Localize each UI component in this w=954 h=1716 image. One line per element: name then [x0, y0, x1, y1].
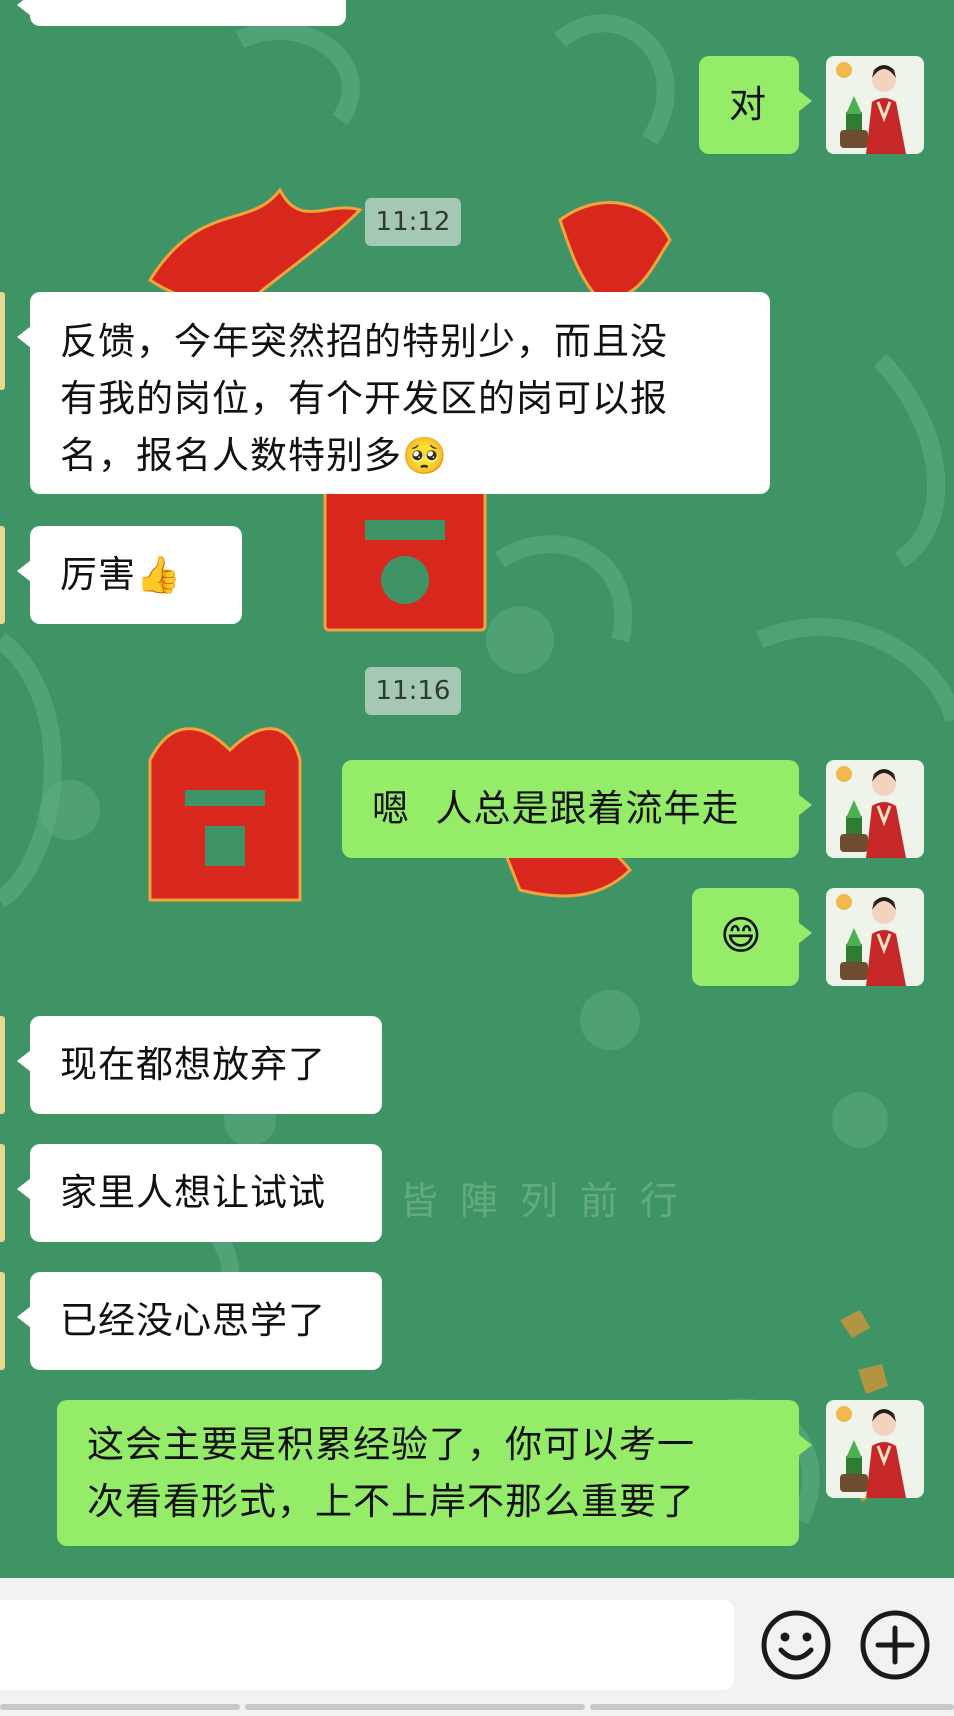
smiley-face-icon: [761, 1610, 831, 1680]
message-text: 厉害: [60, 553, 136, 596]
avatar-edge: [0, 292, 5, 390]
emoji-button[interactable]: [759, 1608, 833, 1682]
message-text-line: 次看看形式，上不上岸不那么重要了: [87, 1480, 695, 1523]
message-bubble-incoming[interactable]: 厉害👍: [17, 526, 242, 624]
message-text-line: 这会主要是积累经验了，你可以考一: [87, 1423, 695, 1466]
message-input[interactable]: [0, 1600, 734, 1690]
message-bubble-outgoing[interactable]: 对: [699, 56, 812, 154]
scroll-indicator: [245, 1704, 585, 1710]
message-bubble-outgoing[interactable]: 😄: [692, 888, 812, 986]
message-text: 现在都想放弃了: [60, 1043, 326, 1086]
message-bubble-outgoing[interactable]: 这会主要是积累经验了，你可以考一 次看看形式，上不上岸不那么重要了: [57, 1400, 812, 1546]
message-text: 嗯 人总是跟着流年走: [372, 787, 740, 830]
timestamp: 11:12: [365, 198, 461, 246]
grinning-face-emoji: 😄: [720, 913, 763, 959]
avatar-edge: [0, 1144, 5, 1242]
message-text: 家里人想让试试: [60, 1171, 326, 1214]
message-text-line: 有我的岗位，有个开发区的岗可以报: [60, 377, 668, 420]
message-list[interactable]: 对 11:12 反馈，今年突然招的特别少，而且没 有我的岗位，有个开发区的岗可以…: [0, 0, 954, 1578]
more-button[interactable]: [858, 1608, 932, 1682]
scroll-indicator: [590, 1704, 954, 1710]
avatar-edge: [0, 1016, 5, 1114]
avatar[interactable]: [826, 1400, 924, 1498]
message-bubble-incoming[interactable]: 反馈，今年突然招的特别少，而且没 有我的岗位，有个开发区的岗可以报 名，报名人数…: [17, 292, 770, 494]
avatar-portrait-icon: [836, 1406, 906, 1498]
message-bubble-incoming[interactable]: 现在都想放弃了: [17, 1016, 382, 1114]
input-bar: [0, 1578, 954, 1716]
avatar[interactable]: [826, 888, 924, 986]
message-text: 名，报名人数特别多: [60, 434, 402, 477]
message-text: 已经没心思学了: [60, 1299, 326, 1342]
avatar-edge: [0, 526, 5, 624]
message-bubble-incoming[interactable]: 已经没心思学了: [17, 1272, 382, 1370]
message-bubble-incoming[interactable]: 家里人想让试试: [17, 1144, 382, 1242]
avatar-portrait-icon: [836, 894, 906, 986]
scroll-indicator: [0, 1704, 240, 1710]
pleading-face-emoji: 🥺: [402, 436, 448, 477]
message-text: 对: [729, 83, 767, 126]
message-text-line: 反馈，今年突然招的特别少，而且没: [60, 320, 668, 363]
avatar-edge: [0, 1272, 5, 1370]
avatar-portrait-icon: [836, 766, 906, 858]
avatar-portrait-icon: [836, 62, 906, 154]
thumbs-up-emoji: 👍: [136, 555, 182, 596]
avatar[interactable]: [826, 760, 924, 858]
plus-circle-icon: [860, 1610, 930, 1680]
message-text-line: 名，报名人数特别多🥺: [60, 427, 770, 485]
timestamp: 11:16: [365, 667, 461, 715]
message-bubble-outgoing[interactable]: 嗯 人总是跟着流年走: [342, 760, 812, 858]
avatar[interactable]: [826, 56, 924, 154]
message-bubble-partial[interactable]: [17, 0, 346, 26]
